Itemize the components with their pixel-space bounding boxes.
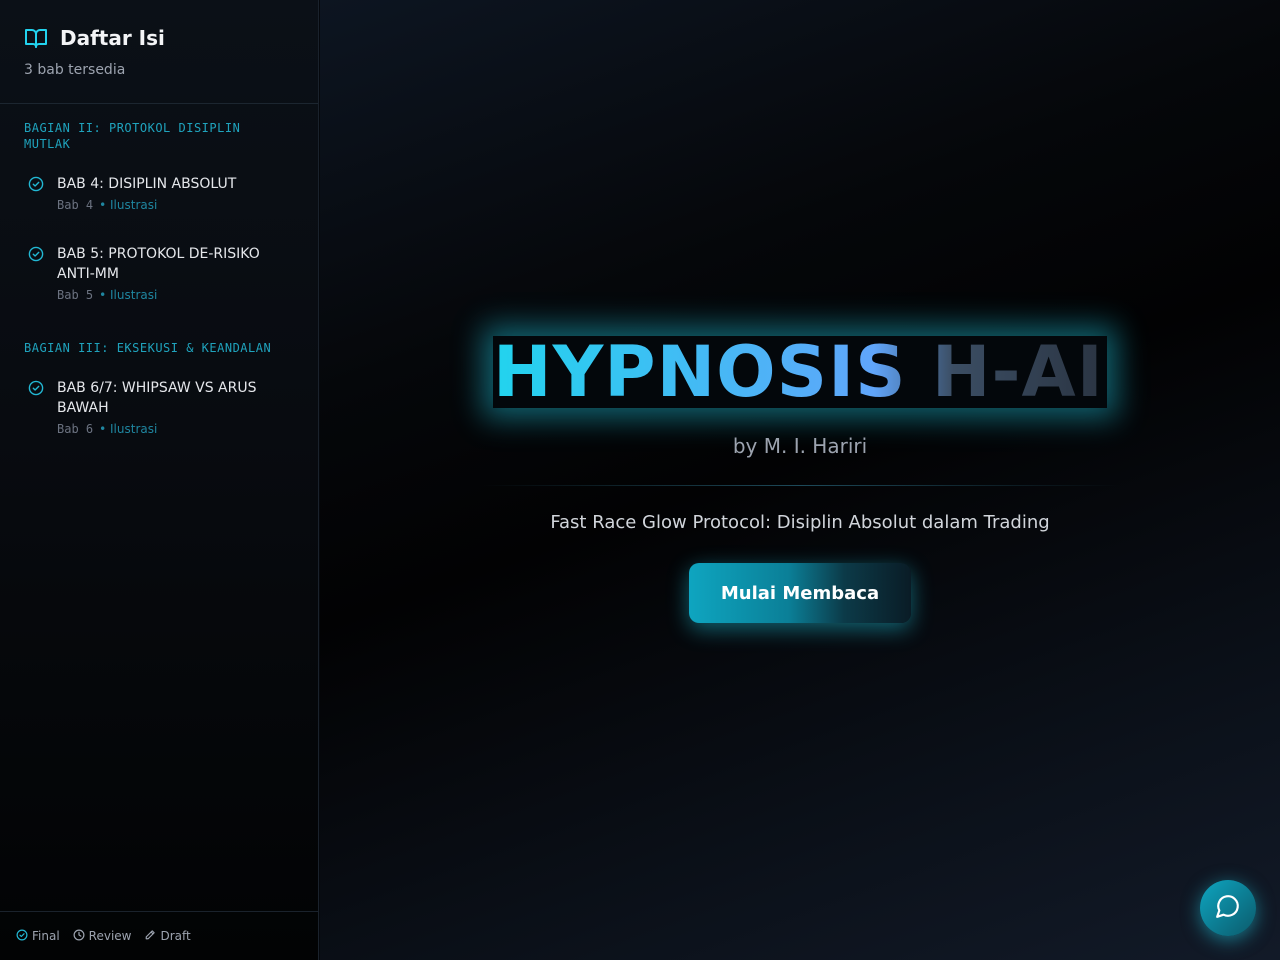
check-circle-icon — [28, 246, 44, 262]
chapter-meta: Bab 4 • Ilustrasi — [57, 198, 236, 212]
section-label-bagian-iii: BAGIAN III: EKSEKUSI & KEANDALAN — [0, 340, 295, 356]
book-title-box: HYPNOSIS H-AI — [493, 336, 1107, 408]
chapter-title: BAB 4: DISIPLIN ABSOLUT — [57, 174, 236, 194]
chapter-meta: Bab 5 • Ilustrasi — [57, 288, 260, 302]
chapter-number: Bab 6 — [57, 422, 94, 436]
chapter-title-line: BAB 5: PROTOKOL DE-RISIKO — [57, 246, 260, 262]
legend-label: Draft — [160, 929, 191, 943]
legend-label: Review — [88, 929, 132, 943]
legend-review: Review — [73, 929, 132, 944]
divider — [480, 485, 1120, 486]
chapter-tag: • Ilustrasi — [99, 288, 158, 302]
chat-bubble-icon — [1215, 893, 1241, 923]
chapter-title-line: BAWAH — [57, 400, 109, 416]
clock-icon — [73, 929, 85, 944]
author-byline: by M. I. Hariri — [732, 434, 868, 458]
check-circle-icon — [28, 176, 44, 192]
check-circle-icon — [28, 380, 44, 396]
section-label-line: BAGIAN II: PROTOKOL DISIPLIN — [24, 121, 241, 135]
chapter-title-line: ANTI-MM — [57, 266, 119, 282]
legend-final: Final — [16, 929, 60, 944]
book-tagline: Fast Race Glow Protocol: Disiplin Absolu… — [550, 512, 1050, 533]
section-label-line: MUTLAK — [24, 137, 71, 151]
chapter-meta: Bab 6 • Ilustrasi — [57, 422, 256, 436]
chapter-title: BAB 6/7: WHIPSAW VS ARUS BAWAH — [57, 378, 256, 418]
chapter-item-bab-4[interactable]: BAB 4: DISIPLIN ABSOLUT Bab 4 • Ilustrasi — [28, 174, 298, 212]
legend-label: Final — [32, 929, 60, 943]
chapter-title-line: BAB 6/7: WHIPSAW VS ARUS — [57, 380, 257, 396]
chapter-count: 3 bab tersedia — [24, 62, 126, 78]
sidebar-title: Daftar Isi — [60, 26, 165, 50]
section-label-line: BAGIAN III: EKSEKUSI & KEANDALAN — [24, 341, 272, 355]
chat-button[interactable] — [1200, 880, 1256, 936]
pencil-icon — [144, 929, 156, 944]
sidebar-header: Daftar Isi 3 bab tersedia — [0, 0, 318, 104]
chapter-title-line: BAB 4: DISIPLIN ABSOLUT — [57, 176, 237, 192]
book-title: HYPNOSIS H-AI — [493, 336, 1107, 408]
check-circle-icon — [16, 929, 28, 944]
chapter-item-bab-5[interactable]: BAB 5: PROTOKOL DE-RISIKO ANTI-MM Bab 5 •… — [28, 244, 298, 302]
chapter-number: Bab 4 — [57, 198, 94, 212]
chapter-title: BAB 5: PROTOKOL DE-RISIKO ANTI-MM — [57, 244, 260, 284]
chapter-item-bab-6-7[interactable]: BAB 6/7: WHIPSAW VS ARUS BAWAH Bab 6 • Il… — [28, 378, 298, 436]
legend-draft: Draft — [144, 929, 191, 944]
status-legend: Final Review Draft — [0, 911, 318, 960]
book-open-icon — [24, 26, 48, 50]
chapter-number: Bab 5 — [57, 288, 94, 302]
chapter-tag: • Ilustrasi — [99, 422, 158, 436]
start-reading-button[interactable]: Mulai Membaca — [689, 563, 911, 623]
cover-page: HYPNOSIS H-AI by M. I. Hariri Fast Race … — [320, 0, 1280, 960]
chapter-tag: • Ilustrasi — [99, 198, 158, 212]
sidebar: Daftar Isi 3 bab tersedia BAGIAN II: PRO… — [0, 0, 319, 960]
sidebar-title-row: Daftar Isi — [24, 24, 294, 52]
section-label-bagian-ii: BAGIAN II: PROTOKOL DISIPLIN MUTLAK — [0, 120, 264, 152]
